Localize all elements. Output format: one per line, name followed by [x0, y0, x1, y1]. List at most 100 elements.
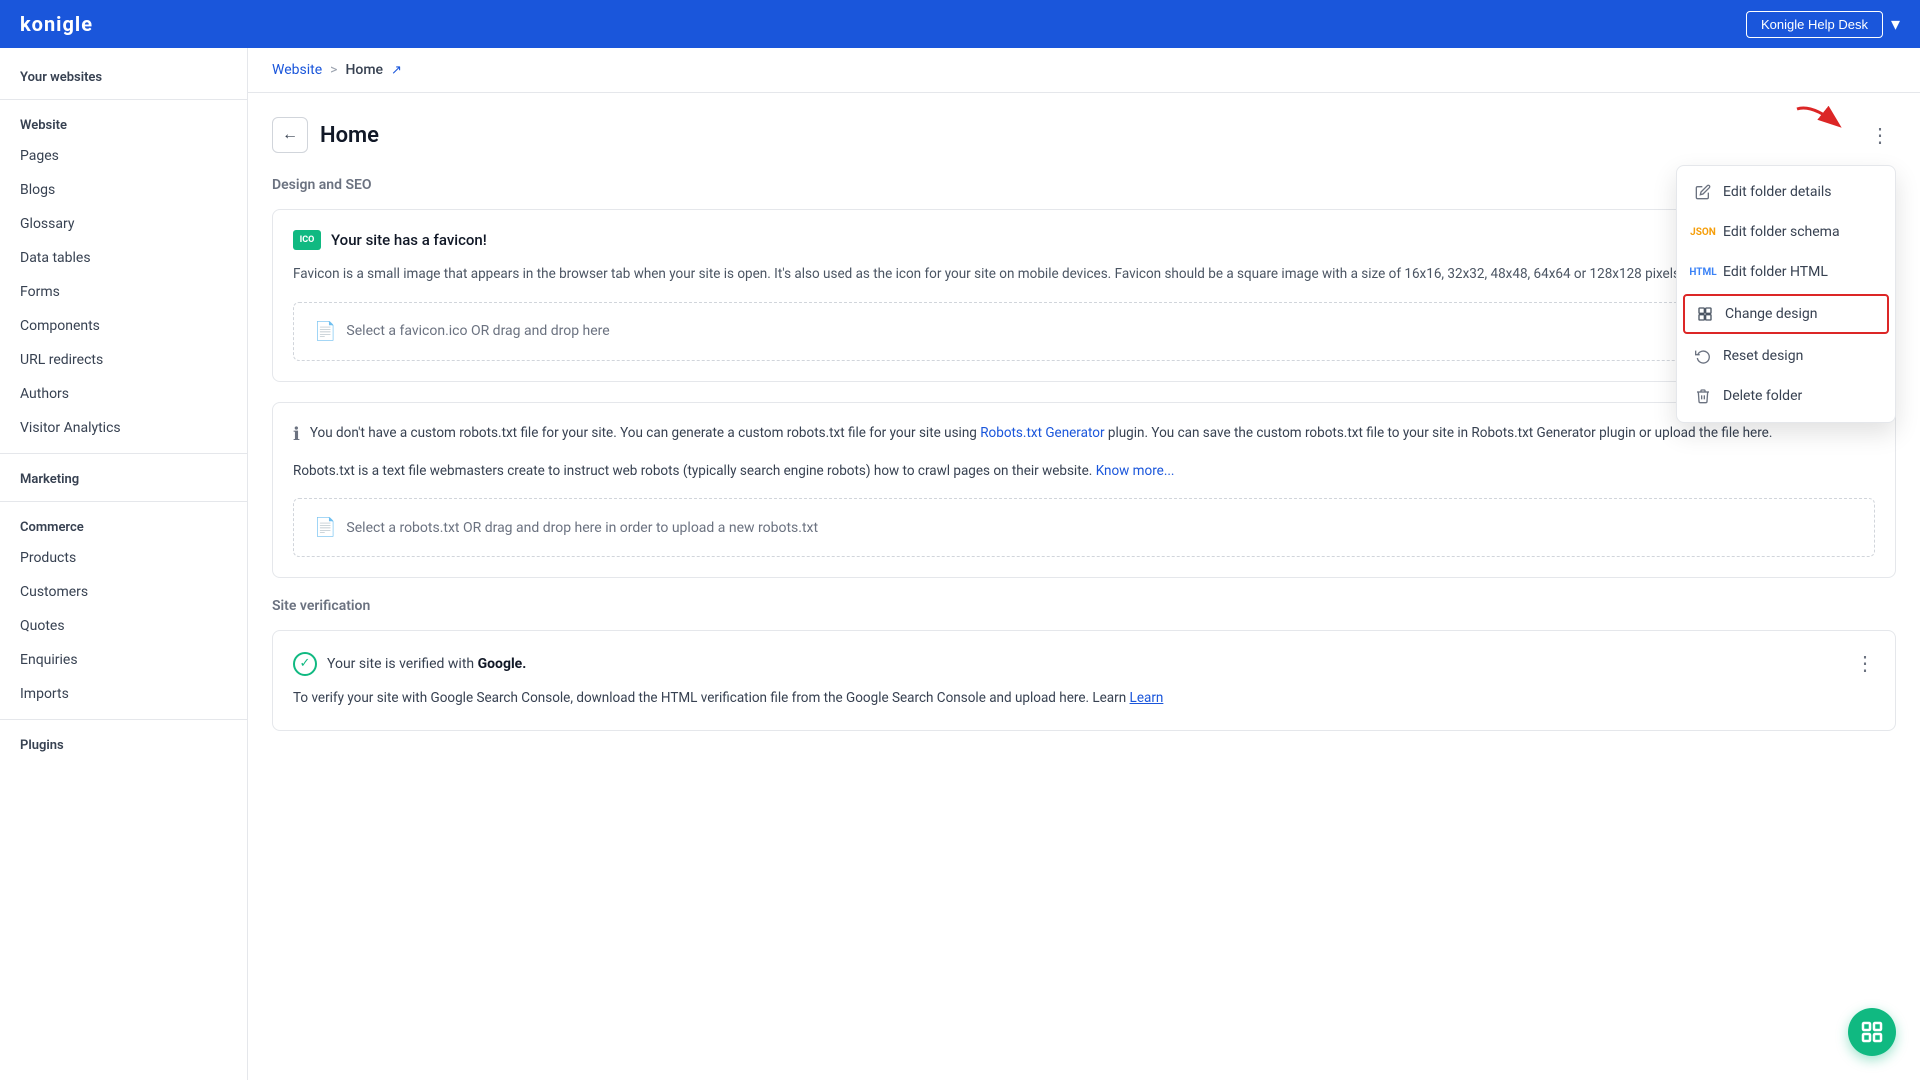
sidebar-item-products[interactable]: Products [0, 541, 247, 575]
sidebar-item-blogs[interactable]: Blogs [0, 173, 247, 207]
robots-subtext: Robots.txt is a text file webmasters cre… [293, 461, 1875, 483]
info-circle-icon: ℹ [293, 424, 300, 445]
favicon-upload-placeholder: Select a favicon.ico OR drag and drop he… [346, 323, 609, 339]
favicon-status-text: Your site has a favicon! [331, 231, 487, 249]
verification-more-button[interactable]: ⋮ [1855, 651, 1875, 676]
sidebar-item-imports-label: Imports [20, 686, 69, 702]
verification-header: ✓ Your site is verified with Google. ⋮ [293, 651, 1875, 676]
sidebar-item-customers[interactable]: Customers [0, 575, 247, 609]
sidebar-item-components[interactable]: Components [0, 309, 247, 343]
back-button[interactable]: ← [272, 117, 308, 153]
sidebar-item-components-label: Components [20, 318, 100, 334]
commerce-section-header: Commerce [0, 510, 247, 541]
sidebar-divider-2 [0, 453, 247, 454]
favicon-header: ICO Your site has a favicon! [293, 230, 1875, 250]
more-options-button[interactable]: ⋮ [1864, 119, 1896, 151]
dropdown-delete-folder-label: Delete folder [1723, 388, 1802, 404]
sidebar-item-authors[interactable]: Authors [0, 377, 247, 411]
sidebar-divider-1 [0, 99, 247, 100]
breadcrumb-home: Home [345, 62, 383, 78]
back-icon: ← [282, 126, 298, 144]
breadcrumb-separator: > [330, 62, 337, 78]
design-seo-section-title: Design and SEO [272, 177, 1896, 193]
sidebar-item-glossary-label: Glossary [20, 216, 74, 232]
dropdown-change-design-label: Change design [1725, 306, 1817, 322]
sidebar-item-forms[interactable]: Forms [0, 275, 247, 309]
robots-upload-placeholder: Select a robots.txt OR drag and drop her… [346, 520, 818, 536]
verified-description: To verify your site with Google Search C… [293, 688, 1875, 710]
dropdown-edit-folder-html-label: Edit folder HTML [1723, 264, 1828, 280]
dropdown-change-design[interactable]: Change design [1683, 294, 1889, 334]
sidebar-item-pages-label: Pages [20, 148, 59, 164]
dropdown-edit-folder-schema-label: Edit folder schema [1723, 224, 1840, 240]
robots-info-text: You don't have a custom robots.txt file … [310, 423, 1773, 445]
dropdown-delete-folder[interactable]: Delete folder [1677, 376, 1895, 416]
sidebar-item-authors-label: Authors [20, 386, 69, 402]
dropdown-edit-folder-html[interactable]: HTML Edit folder HTML [1677, 252, 1895, 292]
plugins-section-header: Plugins [0, 728, 247, 759]
sidebar-item-pages[interactable]: Pages [0, 139, 247, 173]
robots-generator-link[interactable]: Robots.txt Generator [980, 425, 1104, 441]
verified-row: ✓ Your site is verified with Google. [293, 652, 526, 676]
favicon-card: ICO Your site has a favicon! Favicon is … [272, 209, 1896, 382]
robots-know-more-link[interactable]: Know more... [1096, 463, 1175, 479]
sidebar-item-imports[interactable]: Imports [0, 677, 247, 711]
sidebar-item-quotes[interactable]: Quotes [0, 609, 247, 643]
sidebar: Your websites Website Pages Blogs Glossa… [0, 48, 248, 1080]
layout: Your websites Website Pages Blogs Glossa… [0, 48, 1920, 1080]
sidebar-item-enquiries-label: Enquiries [20, 652, 78, 668]
your-websites-header: Your websites [0, 60, 247, 91]
site-verification-section-title: Site verification [272, 598, 1896, 614]
robots-info-header: ℹ You don't have a custom robots.txt fil… [293, 423, 1875, 445]
breadcrumb-website-link[interactable]: Website [272, 62, 322, 78]
sidebar-item-products-label: Products [20, 550, 76, 566]
verified-text: Your site is verified with Google. [327, 656, 526, 672]
robots-file-icon: 📄 [314, 517, 336, 538]
verification-learn-more-link[interactable]: Learn [1130, 690, 1164, 706]
sidebar-divider-4 [0, 719, 247, 720]
verified-checkmark-icon: ✓ [293, 652, 317, 676]
sidebar-divider-3 [0, 501, 247, 502]
fab-button[interactable] [1848, 1008, 1896, 1056]
sidebar-item-visitor-analytics[interactable]: Visitor Analytics [0, 411, 247, 445]
help-desk-button[interactable]: Konigle Help Desk [1746, 11, 1883, 38]
dropdown-edit-folder-schema[interactable]: JSON Edit folder schema [1677, 212, 1895, 252]
sidebar-item-data-tables-label: Data tables [20, 250, 91, 266]
favicon-description: Favicon is a small image that appears in… [293, 264, 1875, 286]
sidebar-item-glossary[interactable]: Glossary [0, 207, 247, 241]
sidebar-item-url-redirects-label: URL redirects [20, 352, 103, 368]
design-icon [1695, 304, 1715, 324]
site-verification-card: ✓ Your site is verified with Google. ⋮ T… [272, 630, 1896, 731]
page-header: ← Home ⋮ [272, 117, 1896, 153]
sidebar-item-customers-label: Customers [20, 584, 88, 600]
red-arrow-annotation [1792, 99, 1852, 143]
dropdown-menu: Edit folder details JSON Edit folder sch… [1676, 165, 1896, 423]
sidebar-item-blogs-label: Blogs [20, 182, 55, 198]
favicon-icon: ICO [293, 230, 321, 250]
robots-card: ℹ You don't have a custom robots.txt fil… [272, 402, 1896, 579]
sidebar-item-data-tables[interactable]: Data tables [0, 241, 247, 275]
dropdown-edit-folder-details-label: Edit folder details [1723, 184, 1832, 200]
reset-icon [1693, 346, 1713, 366]
trash-icon [1693, 386, 1713, 406]
topnav-chevron-icon[interactable]: ▾ [1891, 14, 1900, 35]
html-icon: HTML [1693, 262, 1713, 282]
robots-upload-area[interactable]: 📄 Select a robots.txt OR drag and drop h… [293, 498, 1875, 557]
more-icon: ⋮ [1870, 123, 1890, 148]
sidebar-item-url-redirects[interactable]: URL redirects [0, 343, 247, 377]
topnav-right: Konigle Help Desk ▾ [1746, 11, 1900, 38]
sidebar-item-enquiries[interactable]: Enquiries [0, 643, 247, 677]
json-icon: JSON [1693, 222, 1713, 242]
breadcrumb: Website > Home ↗ [248, 48, 1920, 93]
dropdown-reset-design[interactable]: Reset design [1677, 336, 1895, 376]
sidebar-item-forms-label: Forms [20, 284, 60, 300]
dropdown-edit-folder-details[interactable]: Edit folder details [1677, 172, 1895, 212]
external-link-icon[interactable]: ↗ [391, 63, 402, 78]
website-section-header: Website [0, 108, 247, 139]
sidebar-item-quotes-label: Quotes [20, 618, 65, 634]
sidebar-item-visitor-analytics-label: Visitor Analytics [20, 420, 121, 436]
favicon-icon-label: ICO [300, 235, 315, 245]
logo: konigle [20, 12, 93, 36]
dropdown-reset-design-label: Reset design [1723, 348, 1803, 364]
favicon-upload-area[interactable]: 📄 Select a favicon.ico OR drag and drop … [293, 302, 1875, 361]
